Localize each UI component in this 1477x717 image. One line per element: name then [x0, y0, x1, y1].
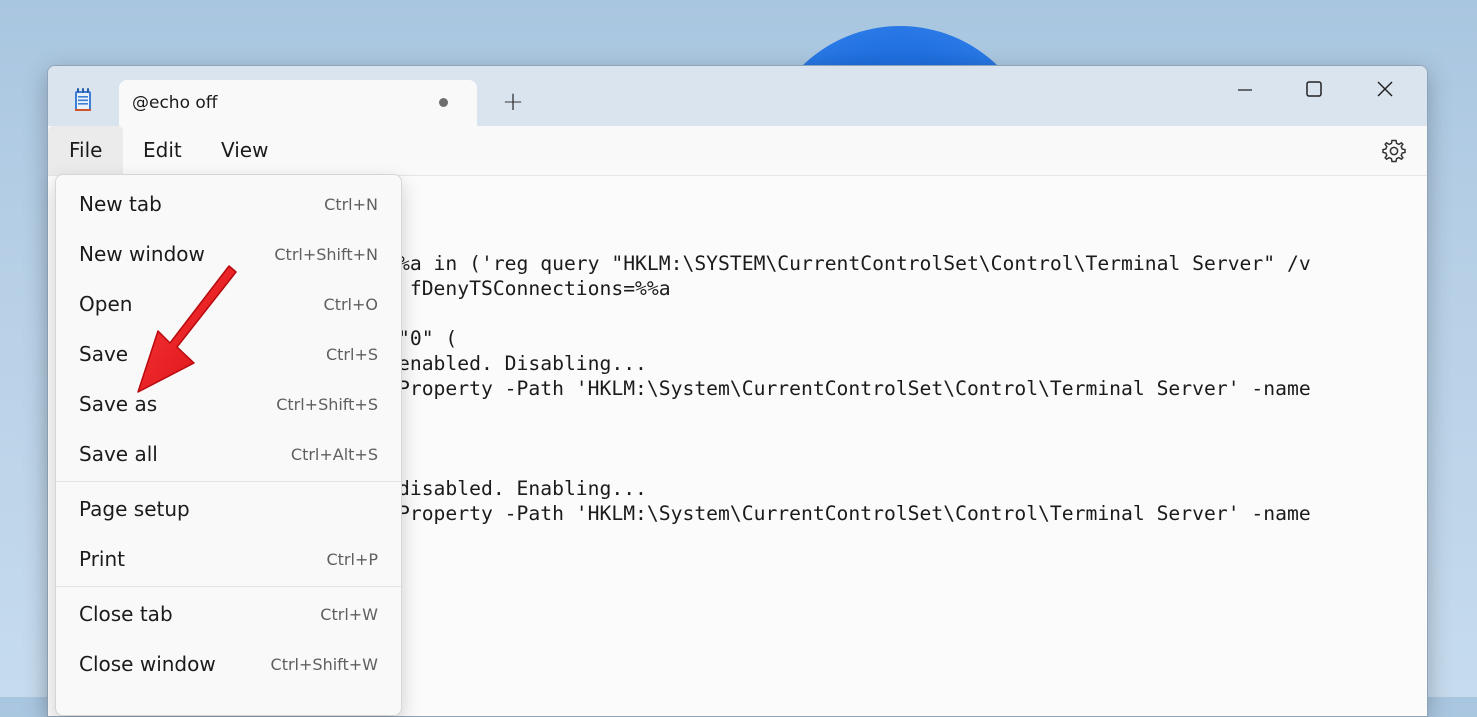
menu-item-label: Save all [79, 442, 158, 466]
menu-item-label: Close tab [79, 602, 173, 626]
menu-separator [56, 481, 401, 482]
menu-edit[interactable]: Edit [122, 126, 203, 175]
menu-item-label: Save [79, 342, 129, 366]
menu-item-shortcut: Ctrl+Alt+S [290, 445, 378, 464]
notepad-icon [75, 88, 91, 111]
menu-item-shortcut: Ctrl+Shift+W [270, 655, 378, 674]
code-line: Property -Path 'HKLM:\System\CurrentCont… [398, 502, 1311, 525]
code-line: Property -Path 'HKLM:\System\CurrentCont… [398, 377, 1311, 400]
code-line: enabled. Disabling... [398, 352, 647, 375]
menu-item-close-tab[interactable]: Close tab Ctrl+W [60, 592, 397, 638]
new-tab-button[interactable]: + [498, 88, 528, 118]
unsaved-dot-icon[interactable] [439, 98, 448, 107]
menu-item-label: New tab [79, 192, 162, 216]
menu-file[interactable]: File [48, 126, 124, 175]
code-line: "0" ( [398, 327, 458, 350]
menu-item-new-tab[interactable]: New tab Ctrl+N [60, 182, 397, 228]
code-line: disabled. Enabling... [398, 477, 647, 500]
menu-item-shortcut: Ctrl+S [325, 345, 378, 364]
menu-item-print[interactable]: Print Ctrl+P [60, 537, 397, 583]
minimize-button[interactable] [1222, 72, 1268, 104]
file-menu-dropdown: New tab Ctrl+N New window Ctrl+Shift+N O… [55, 174, 402, 716]
minimize-icon [1238, 89, 1252, 91]
menu-item-open[interactable]: Open Ctrl+O [60, 282, 397, 328]
code-line: fDenyTSConnections=%%a [398, 277, 671, 300]
tab-title: @echo off [132, 93, 218, 113]
menu-item-shortcut: Ctrl+N [324, 195, 378, 214]
menu-item-label: Close window [79, 652, 216, 676]
menu-item-new-window[interactable]: New window Ctrl+Shift+N [60, 232, 397, 278]
menu-item-label: Print [79, 547, 126, 571]
menu-item-save[interactable]: Save Ctrl+S [60, 332, 397, 378]
title-bar: @echo off + [48, 66, 1427, 126]
menu-separator [56, 586, 401, 587]
menu-item-close-window[interactable]: Close window Ctrl+Shift+W [60, 642, 397, 688]
gear-icon[interactable] [1381, 138, 1407, 164]
menu-item-shortcut: Ctrl+W [320, 605, 378, 624]
maximize-icon [1306, 81, 1322, 97]
menu-item-shortcut: Ctrl+P [326, 550, 378, 569]
maximize-button[interactable] [1291, 72, 1337, 104]
menu-item-shortcut: Ctrl+Shift+N [274, 245, 378, 264]
close-window-button[interactable] [1362, 72, 1408, 104]
menu-item-shortcut: Ctrl+Shift+S [276, 395, 378, 414]
code-line: %a in ('reg query "HKLM:\SYSTEM\CurrentC… [398, 252, 1311, 275]
close-icon [1377, 81, 1393, 97]
menu-item-save-as[interactable]: Save as Ctrl+Shift+S [60, 382, 397, 428]
menu-item-label: Page setup [79, 497, 190, 521]
menu-item-label: Open [79, 292, 133, 316]
tab-echo-off[interactable]: @echo off [119, 80, 477, 126]
menu-item-save-all[interactable]: Save all Ctrl+Alt+S [60, 432, 397, 478]
menu-item-shortcut: Ctrl+O [323, 295, 378, 314]
menu-item-label: New window [79, 242, 205, 266]
menu-bar: File Edit View [48, 126, 1427, 176]
menu-view[interactable]: View [200, 126, 289, 175]
menu-item-page-setup[interactable]: Page setup [60, 487, 397, 533]
menu-item-label: Save as [79, 392, 158, 416]
